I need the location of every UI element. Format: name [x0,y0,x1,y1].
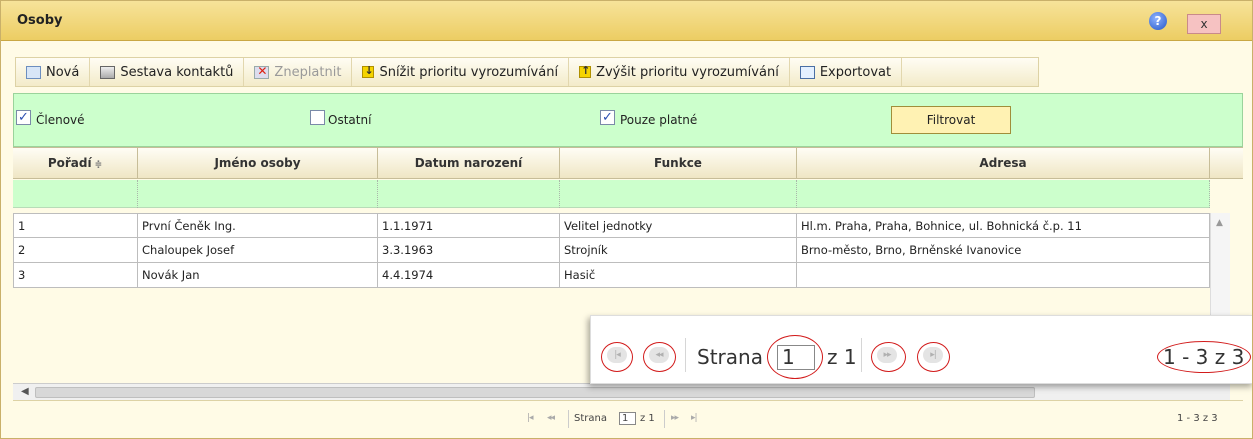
filter-bar: ✓ Členové Ostatní ✓ Pouze platné Filtrov… [13,93,1243,147]
lower-priority-label: Snížit prioritu vyrozumívání [379,64,559,80]
column-header-birthdate[interactable]: Datum narození [378,148,560,179]
contact-report-label: Sestava kontaktů [120,64,234,80]
page-label: Strana [574,413,607,424]
next-page-icon[interactable]: ▸▸ [671,413,679,423]
grid-header: Pořadí ≑ Jméno osoby Datum narození Funkc… [13,147,1243,179]
new-record-icon [26,65,41,79]
lower-priority-button[interactable]: Snížit prioritu vyrozumívání [352,58,570,86]
zoom-page-count: z 1 [827,345,857,369]
filter-button[interactable]: Filtrovat [891,106,1011,134]
close-button[interactable]: x [1187,14,1221,34]
pager-separator [664,410,665,428]
cell-birthdate: 1.1.1971 [378,214,560,238]
others-checkbox[interactable] [310,110,325,125]
previous-page-icon[interactable]: ◂◂ [547,413,555,423]
highlight-circle [917,342,950,372]
pager-separator [568,410,569,428]
valid-only-checkbox[interactable]: ✓ [600,110,615,125]
new-button[interactable]: Nová [16,58,91,86]
invalidate-button[interactable]: Zneplatnit [244,58,353,86]
column-header-name[interactable]: Jméno osoby [138,148,378,179]
cell-birthdate: 3.3.1963 [378,238,560,262]
column-header-function[interactable]: Funkce [560,148,797,179]
valid-only-label: Pouze platné [620,113,698,127]
table-row[interactable]: 3 Novák Jan 4.4.1974 Hasič [13,263,1210,288]
scrollbar-thumb[interactable] [35,387,1035,398]
cell-order: 1 [13,214,138,238]
raise-priority-button[interactable]: Zvýšit prioritu vyrozumívání [569,58,790,86]
column-header-address[interactable]: Adresa [797,148,1210,179]
help-icon[interactable]: ? [1149,12,1167,30]
last-page-icon[interactable]: ▸| [691,413,697,423]
zoom-separator [861,338,862,372]
table-row[interactable]: 1 První Čeněk Ing. 1.1.1971 Velitel jedn… [13,213,1210,238]
arrow-down-icon [362,64,375,78]
scroll-up-icon[interactable]: ▲ [1216,218,1223,228]
filter-cell-name[interactable] [138,180,378,208]
zoom-page-label: Strana [697,345,763,369]
cell-name: Chaloupek Josef [138,238,378,262]
others-label: Ostatní [328,113,372,127]
first-page-icon[interactable]: |◂ [527,413,533,423]
invalidate-icon [254,64,270,79]
pager: |◂ ◂◂ Strana 1 z 1 ▸▸ ▸| 1 - 3 z 3 [13,400,1243,434]
window-title: Osoby [17,13,63,28]
grid-filter-row [13,180,1210,208]
persons-window: Osoby ? x Nová Sestava kontaktů Zneplatn… [0,0,1253,439]
zoom-separator [685,338,686,372]
export-button[interactable]: Exportovat [790,58,903,86]
filter-cell-order[interactable] [13,180,138,208]
cell-birthdate: 4.4.1974 [378,263,560,287]
sort-icon: ≑ [94,160,103,170]
page-count-label: z 1 [640,413,655,424]
highlight-circle [767,335,823,379]
new-button-label: Nová [46,64,80,80]
cell-order: 3 [13,263,138,287]
contact-report-button[interactable]: Sestava kontaktů [90,58,245,86]
cell-address: Hl.m. Praha, Praha, Bohnice, ul. Bohnick… [797,214,1210,238]
toolbar: Nová Sestava kontaktů Zneplatnit Snížit … [15,57,1039,87]
export-label: Exportovat [819,64,892,80]
invalidate-label: Zneplatnit [274,64,342,80]
print-icon [100,65,116,79]
members-label: Členové [36,113,85,127]
cell-address [797,263,1210,287]
highlight-circle [871,342,906,372]
grid-rows: 1 První Čeněk Ing. 1.1.1971 Velitel jedn… [13,213,1210,288]
filter-cell-address[interactable] [797,180,1210,208]
filter-cell-function[interactable] [560,180,797,208]
raise-priority-label: Zvýšit prioritu vyrozumívání [596,64,779,80]
record-range: 1 - 3 z 3 [1177,413,1218,424]
highlight-circle [601,342,633,372]
cell-function: Velitel jednotky [560,214,797,238]
arrow-up-icon [579,64,592,78]
title-bar: Osoby ? x [1,1,1252,41]
members-checkbox[interactable]: ✓ [16,110,31,125]
cell-name: Novák Jan [138,263,378,287]
filter-cell-birthdate[interactable] [378,180,560,208]
highlight-circle [643,342,676,372]
export-icon [799,65,815,79]
horizontal-scrollbar[interactable]: ◀ [13,383,1230,401]
column-header-order[interactable]: Pořadí ≑ [13,148,138,179]
cell-function: Strojník [560,238,797,262]
highlight-circle [1157,341,1251,373]
cell-name: První Čeněk Ing. [138,214,378,238]
table-row[interactable]: 2 Chaloupek Josef 3.3.1963 Strojník Brno… [13,238,1210,263]
column-header-order-label: Pořadí [47,156,92,170]
cell-function: Hasič [560,263,797,287]
cell-address: Brno-město, Brno, Brněnské Ivanovice [797,238,1210,262]
cell-order: 2 [13,238,138,262]
page-input[interactable]: 1 [619,412,636,425]
scroll-left-icon[interactable]: ◀ [21,386,29,397]
pager-zoom-callout: |◂ ◂◂ Strana 1 z 1 ▸▸ ▸| 1 - 3 z 3 [590,315,1252,384]
